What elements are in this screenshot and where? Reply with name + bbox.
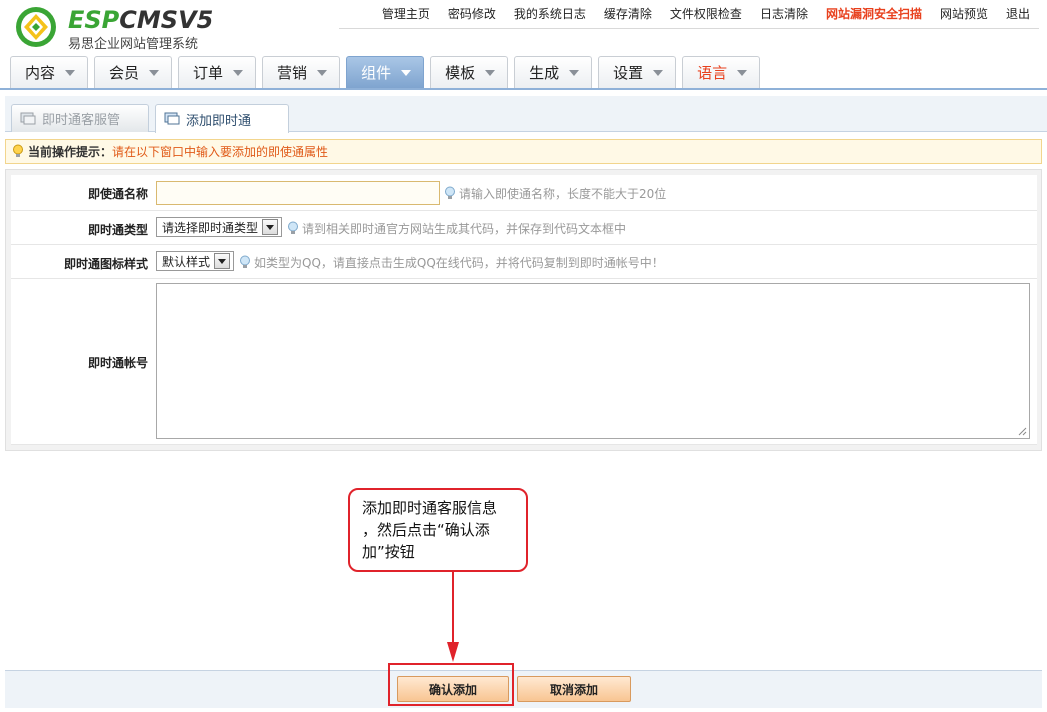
style-select-value: 默认样式 xyxy=(162,254,211,269)
lightbulb-icon xyxy=(13,144,23,157)
chevron-down-icon xyxy=(65,69,76,76)
topnav-divider xyxy=(339,28,1039,29)
arrow-down-icon xyxy=(447,572,459,662)
confirm-add-button[interactable]: 确认添加 xyxy=(397,676,509,702)
chevron-down-icon xyxy=(401,69,412,76)
tab-member[interactable]: 会员 xyxy=(94,56,173,88)
chevron-down-icon xyxy=(485,69,496,76)
dropdown-arrow-icon[interactable] xyxy=(214,253,231,269)
tab-language[interactable]: 语言 xyxy=(682,56,761,88)
callout-line-3: 加”按钮 xyxy=(362,543,415,561)
form-row-account: 即时通帐号 xyxy=(11,279,1037,445)
tab-settings-label: 设置 xyxy=(613,64,644,82)
style-label: 即时通图标样式 xyxy=(63,257,148,271)
tab-order-label: 订单 xyxy=(193,64,224,82)
chevron-down-icon xyxy=(233,69,244,76)
operation-tip: 当前操作提示： 请在以下窗口中输入要添加的即使通属性 xyxy=(5,139,1042,164)
dropdown-arrow-icon[interactable] xyxy=(262,219,279,235)
type-hint-text: 请到相关即时通官方网站生成其代码，并保存到代码文本框中 xyxy=(302,222,627,236)
logo-brand: ESPCMSV5 xyxy=(68,7,213,33)
logo-brand-cms: CMS xyxy=(119,6,179,34)
style-select[interactable]: 默认样式 xyxy=(156,251,234,271)
style-hint-text: 如类型为QQ，请直接点击生成QQ在线代码，并将代码复制到即时通帐号中！ xyxy=(254,256,664,270)
resize-grip-icon[interactable] xyxy=(1018,427,1027,436)
tab-template-label: 模板 xyxy=(445,64,476,82)
logo-brand-esp: ESP xyxy=(68,6,120,34)
callout-line-1: 添加即时通客服信息 xyxy=(362,499,498,517)
logo-subtitle: 易思企业网站管理系统 xyxy=(68,37,199,52)
subtab-bar: 即时通客服管 添加即时通 xyxy=(5,96,1047,133)
main-navigation: 内容 会员 订单 营销 组件 模板 生成 设置 语言 xyxy=(10,56,766,88)
tab-marketing-label: 营销 xyxy=(277,64,308,82)
callout-line-2: ，然后点击“确认添 xyxy=(362,521,490,539)
espcms-logo-icon xyxy=(16,7,56,47)
tab-content[interactable]: 内容 xyxy=(10,56,89,88)
name-input[interactable] xyxy=(156,181,440,205)
type-select[interactable]: 请选择即时通类型 xyxy=(156,217,282,237)
tab-components-label: 组件 xyxy=(361,64,392,82)
tab-marketing[interactable]: 营销 xyxy=(262,56,341,88)
monitor-icon xyxy=(20,112,36,124)
topnav-security-scan[interactable]: 网站漏洞安全扫描 xyxy=(817,0,931,28)
lightbulb-icon xyxy=(445,186,455,199)
tab-member-label: 会员 xyxy=(109,64,140,82)
tip-label: 当前操作提示： xyxy=(28,145,113,159)
name-hint-text: 请输入即使通名称，长度不能大于20位 xyxy=(459,187,667,201)
tab-settings[interactable]: 设置 xyxy=(598,56,677,88)
name-hint: 请输入即使通名称，长度不能大于20位 xyxy=(444,185,666,202)
tab-generate-label: 生成 xyxy=(529,64,560,82)
nav-baseline xyxy=(0,88,1047,90)
topnav-my-log[interactable]: 我的系统日志 xyxy=(505,0,595,28)
topnav-logout[interactable]: 退出 xyxy=(997,0,1039,28)
tab-template[interactable]: 模板 xyxy=(430,56,509,88)
topnav-file-permission[interactable]: 文件权限检查 xyxy=(661,0,751,28)
topnav-clear-log[interactable]: 日志清除 xyxy=(751,0,817,28)
tab-language-label: 语言 xyxy=(697,64,728,82)
tab-content-label: 内容 xyxy=(25,64,56,82)
name-label: 即使通名称 xyxy=(87,187,148,201)
topnav-password[interactable]: 密码修改 xyxy=(439,0,505,28)
type-hint: 请到相关即时通官方网站生成其代码，并保存到代码文本框中 xyxy=(287,220,626,237)
subtab-add-im-label: 添加即时通 xyxy=(186,113,252,129)
form-row-name: 即使通名称 请输入即使通名称，长度不能大于20位 xyxy=(11,175,1037,211)
subtab-add-im[interactable]: 添加即时通 xyxy=(155,104,289,133)
top-navigation: 管理主页 密码修改 我的系统日志 缓存清除 文件权限检查 日志清除 网站漏洞安全… xyxy=(373,0,1039,28)
form-row-type: 即时通类型 请选择即时通类型 请到相关即时通官方网站生成其代码，并保存到代码文本… xyxy=(11,211,1037,245)
chevron-down-icon xyxy=(317,69,328,76)
add-im-form: 即使通名称 请输入即使通名称，长度不能大于20位 即时通类型 请选择即时通类型 … xyxy=(5,169,1042,451)
tab-generate[interactable]: 生成 xyxy=(514,56,593,88)
tip-text: 请在以下窗口中输入要添加的即使通属性 xyxy=(112,145,329,159)
chevron-down-icon xyxy=(569,69,580,76)
style-hint: 如类型为QQ，请直接点击生成QQ在线代码，并将代码复制到即时通帐号中！ xyxy=(239,254,664,271)
topnav-home[interactable]: 管理主页 xyxy=(373,0,439,28)
monitor-icon xyxy=(164,112,180,125)
lightbulb-icon xyxy=(288,221,298,234)
form-row-style: 即时通图标样式 默认样式 如类型为QQ，请直接点击生成QQ在线代码，并将代码复制… xyxy=(11,245,1037,279)
cancel-add-button[interactable]: 取消添加 xyxy=(517,676,631,702)
lightbulb-icon xyxy=(240,255,250,268)
account-label: 即时通帐号 xyxy=(87,356,148,370)
subtab-im-service-manage[interactable]: 即时通客服管 xyxy=(11,104,149,132)
type-select-value: 请选择即时通类型 xyxy=(162,220,259,235)
type-label: 即时通类型 xyxy=(87,223,148,237)
tab-components[interactable]: 组件 xyxy=(346,56,425,88)
subtab-im-service-manage-label: 即时通客服管 xyxy=(42,113,121,128)
instruction-callout: 添加即时通客服信息 ，然后点击“确认添 加”按钮 xyxy=(348,488,528,572)
chevron-down-icon xyxy=(737,69,748,76)
logo-brand-version: V5 xyxy=(178,6,214,34)
topnav-clear-cache[interactable]: 缓存清除 xyxy=(595,0,661,28)
account-textarea[interactable] xyxy=(156,283,1030,439)
chevron-down-icon xyxy=(149,69,160,76)
topnav-preview[interactable]: 网站预览 xyxy=(931,0,997,28)
chevron-down-icon xyxy=(653,69,664,76)
header: ESPCMSV5 易思企业网站管理系统 管理主页 密码修改 我的系统日志 缓存清… xyxy=(0,0,1047,90)
tab-order[interactable]: 订单 xyxy=(178,56,257,88)
logo[interactable]: ESPCMSV5 易思企业网站管理系统 xyxy=(10,5,240,52)
